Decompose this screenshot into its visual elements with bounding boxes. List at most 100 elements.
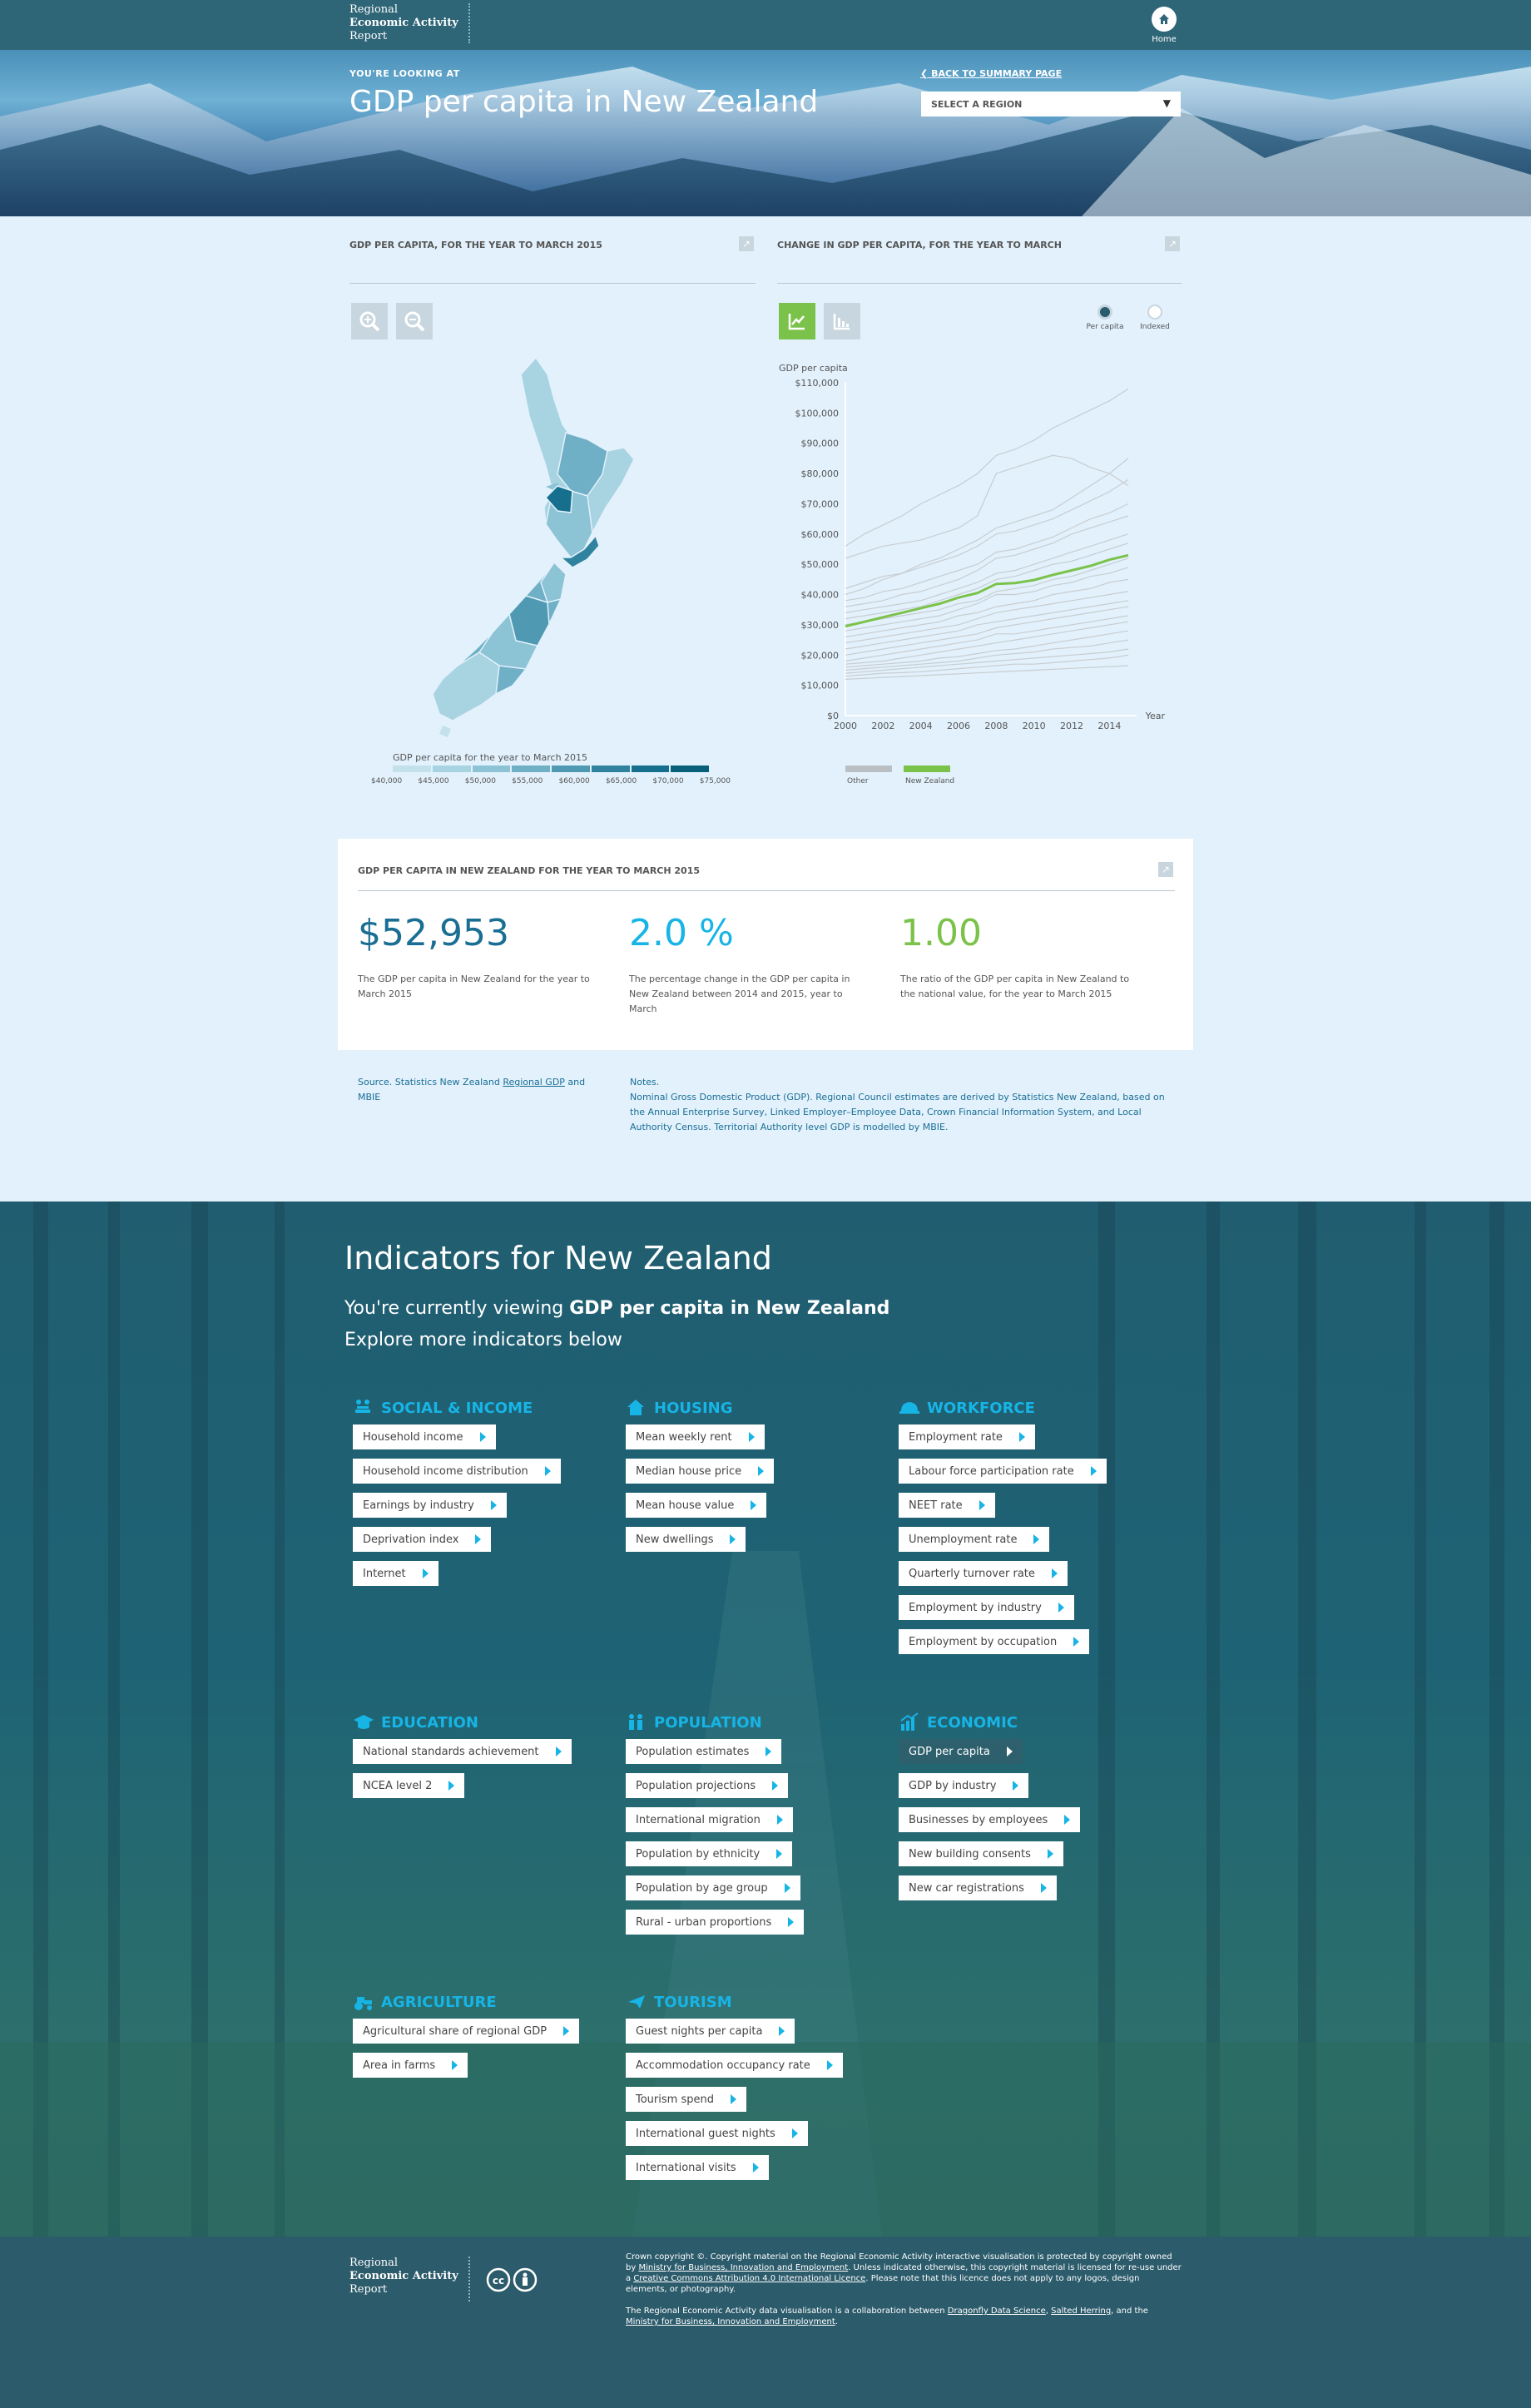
indicator-link[interactable]: GDP per capita [899, 1739, 1023, 1764]
indicator-link[interactable]: NCEA level 2 [353, 1773, 465, 1798]
category-label: TOURISM [654, 1993, 732, 2011]
tractor-icon [354, 1997, 372, 2010]
indicator-label: Population projections [636, 1779, 756, 1792]
legend-swatch [472, 766, 511, 772]
line-view-button[interactable] [779, 303, 815, 339]
site-logo[interactable]: Regional Economic Activity Report [349, 3, 470, 43]
legend-tick: $60,000 [558, 777, 590, 785]
indicator-link[interactable]: Mean house value [626, 1493, 767, 1518]
series-line-other [845, 458, 1129, 596]
indicator-link[interactable]: Tourism spend [626, 2087, 746, 2112]
indicator-link[interactable]: Accommodation occupancy rate [626, 2053, 843, 2078]
indicator-link[interactable]: Population projections [626, 1773, 789, 1798]
zoom-in-icon [359, 311, 380, 332]
indicator-link[interactable]: Businesses by employees [899, 1807, 1081, 1832]
indicator-link[interactable]: Household income distribution [353, 1459, 561, 1484]
legend-tick: $55,000 [512, 777, 543, 785]
hard-hat-icon [899, 1402, 919, 1414]
indicator-link[interactable]: Median house price [626, 1459, 775, 1484]
indicator-link[interactable]: New dwellings [626, 1527, 746, 1552]
indicator-link[interactable]: International migration [626, 1807, 793, 1832]
notes-body: Nominal Gross Domestic Product (GDP). Re… [630, 1092, 1165, 1132]
indicator-label: GDP by industry [909, 1779, 997, 1792]
chevron-right-icon [766, 1747, 772, 1756]
indicator-link[interactable]: Deprivation index [353, 1527, 492, 1552]
back-to-summary-link[interactable]: ❮ BACK TO SUMMARY PAGE [920, 68, 1062, 79]
indicator-link[interactable]: NEET rate [899, 1493, 995, 1518]
indicator-label: Mean house value [636, 1499, 735, 1512]
indicator-link[interactable]: New car registrations [899, 1875, 1057, 1900]
indicator-link[interactable]: Unemployment rate [899, 1527, 1050, 1552]
indicator-link[interactable]: Guest nights per capita [626, 2019, 795, 2044]
share-icon[interactable]: ↗ [739, 236, 754, 251]
share-icon[interactable]: ↗ [1165, 236, 1180, 251]
category-label: AGRICULTURE [381, 1993, 497, 2011]
back-link-label: BACK TO SUMMARY PAGE [931, 68, 1063, 79]
indicator-link[interactable]: Population estimates [626, 1739, 782, 1764]
y-tick-label: $30,000 [801, 620, 840, 631]
map-panel-title: GDP PER CAPITA, FOR THE YEAR TO MARCH 20… [349, 240, 602, 250]
salted-herring-link[interactable]: Salted Herring [1051, 2306, 1111, 2316]
y-tick-label: $80,000 [801, 468, 840, 479]
indicator-link[interactable]: Employment rate [899, 1424, 1035, 1449]
indicator-link[interactable]: Population by age group [626, 1875, 800, 1900]
indicator-link[interactable]: Employment by occupation [899, 1629, 1090, 1654]
indicator-label: Area in farms [363, 2059, 436, 2072]
mbie-link[interactable]: Ministry for Business, Innovation and Em… [638, 2263, 848, 2272]
legend-swatch [671, 766, 709, 772]
legend-swatch [512, 766, 550, 772]
indicator-label: Earnings by industry [363, 1499, 474, 1512]
chevron-right-icon [1013, 1781, 1019, 1791]
indicator-link[interactable]: Mean weekly rent [626, 1424, 765, 1449]
category-education: EDUCATION [353, 1712, 478, 1732]
indicator-link[interactable]: International guest nights [626, 2121, 808, 2146]
bar-view-button[interactable] [824, 303, 860, 339]
indicator-link[interactable]: Rural - urban proportions [626, 1910, 805, 1935]
mbie-link-2[interactable]: Ministry for Business, Innovation and Em… [626, 2317, 835, 2326]
indicator-link[interactable]: Household income [353, 1424, 496, 1449]
indicator-link[interactable]: Quarterly turnover rate [899, 1561, 1068, 1586]
indicator-link[interactable]: New building consents [899, 1841, 1063, 1866]
indicator-link[interactable]: International visits [626, 2155, 769, 2180]
indicator-link[interactable]: Population by ethnicity [626, 1841, 793, 1866]
chevron-right-icon [479, 1432, 486, 1442]
dragonfly-link[interactable]: Dragonfly Data Science [948, 2306, 1046, 2316]
region-southland[interactable] [432, 652, 500, 721]
nz-choropleth-map[interactable] [399, 349, 682, 741]
gdp-line-chart: $0$10,000$20,000$30,000$40,000$50,000$60… [779, 363, 1165, 731]
footer-logo[interactable]: Regional Economic Activity Report [349, 2257, 470, 2301]
region-stewart-island[interactable] [439, 726, 451, 737]
toggle-indexed[interactable]: Indexed [1130, 305, 1180, 331]
indicator-link[interactable]: GDP by industry [899, 1773, 1029, 1798]
cc-licence-link[interactable]: Creative Commons Attribution 4.0 Interna… [633, 2274, 865, 2283]
population-icon [629, 1714, 642, 1730]
zoom-in-button[interactable] [351, 303, 388, 339]
plane-icon [628, 1995, 645, 2009]
indicator-label: Population estimates [636, 1745, 750, 1758]
indicator-label: Accommodation occupancy rate [636, 2059, 810, 2072]
indicator-link[interactable]: Labour force participation rate [899, 1459, 1107, 1484]
indicator-link[interactable]: National standards achievement [353, 1739, 572, 1764]
toggle-per-capita-label: Per capita [1086, 323, 1124, 331]
summary-value-change: 2.0 % [629, 912, 734, 954]
home-button[interactable]: Home [1150, 7, 1178, 44]
map-legend-ticks: $40,000 $45,000 $50,000 $55,000 $60,000 $65,0… [371, 777, 731, 789]
region-select[interactable]: SELECT A REGION ▼ [921, 92, 1181, 116]
indicator-label: Household income distribution [363, 1464, 528, 1478]
map-legend-title: GDP per capita for the year to March 201… [393, 752, 588, 763]
indicator-link[interactable]: Earnings by industry [353, 1493, 507, 1518]
indicator-link[interactable]: Agricultural share of regional GDP [353, 2019, 580, 2044]
creative-commons-icon: cc [486, 2267, 538, 2292]
indicator-label: International guest nights [636, 2127, 775, 2140]
category-agriculture: AGRICULTURE [353, 1992, 497, 2012]
indicator-link[interactable]: Internet [353, 1561, 438, 1586]
zoom-out-button[interactable] [396, 303, 433, 339]
x-tick-label: 2006 [947, 721, 970, 731]
south-island [432, 561, 567, 737]
indicator-link[interactable]: Area in farms [353, 2053, 468, 2078]
regional-gdp-link[interactable]: Regional GDP [503, 1077, 565, 1088]
chevron-right-icon [1090, 1466, 1097, 1476]
indicator-link[interactable]: Employment by industry [899, 1595, 1074, 1620]
toggle-per-capita[interactable]: Per capita [1080, 305, 1130, 331]
share-icon[interactable]: ↗ [1158, 862, 1173, 877]
